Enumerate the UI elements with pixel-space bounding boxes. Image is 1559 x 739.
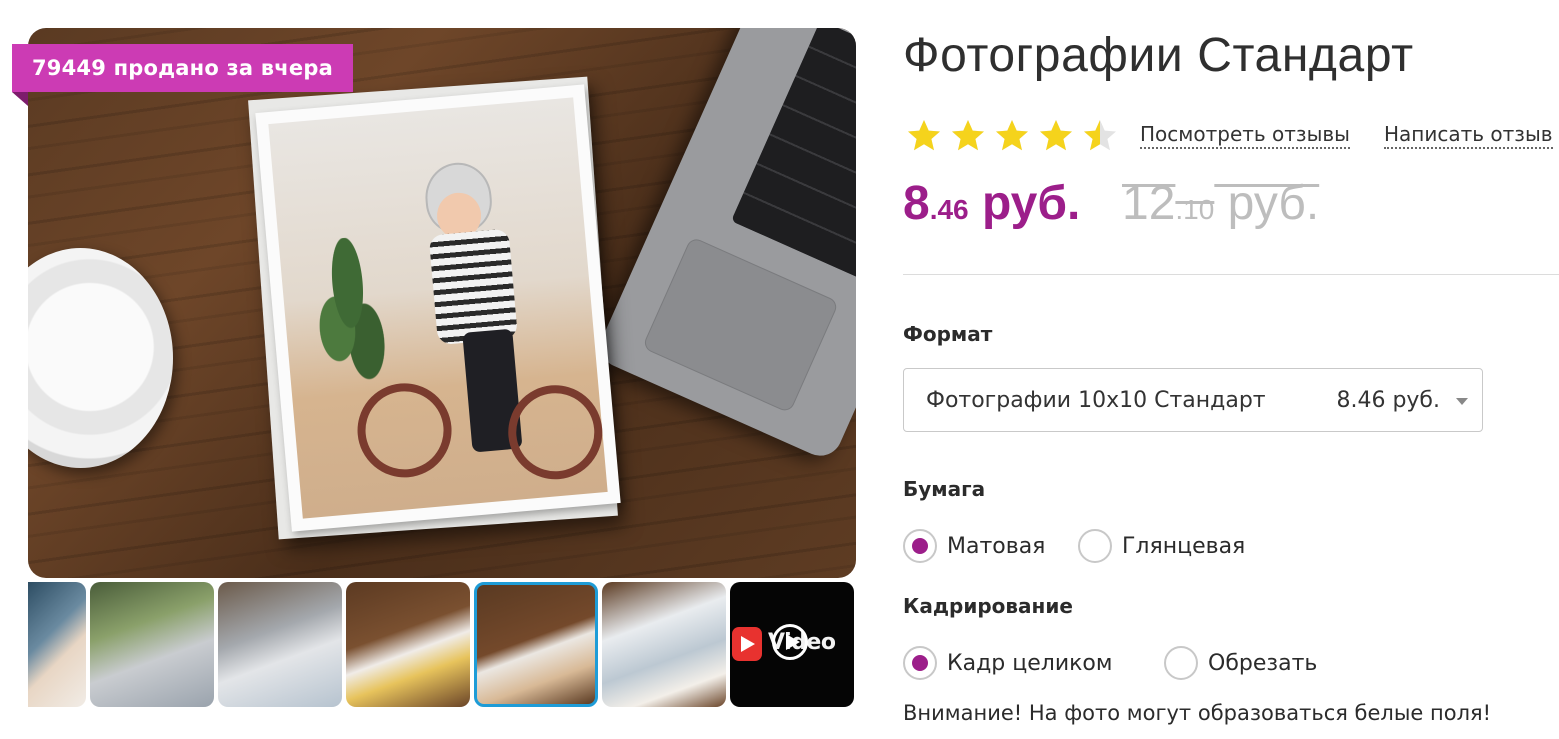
star-icon xyxy=(1038,118,1074,154)
crop-option-cut[interactable]: Обрезать xyxy=(1164,646,1317,680)
paper-option-glossy[interactable]: Глянцевая xyxy=(1078,529,1245,563)
radio-full-frame[interactable] xyxy=(903,646,937,680)
format-selected-price: 8.46 руб. xyxy=(1336,388,1440,413)
paper-option-matte-label: Матовая xyxy=(947,533,1046,559)
star-icon xyxy=(950,118,986,154)
radio-glossy[interactable] xyxy=(1078,529,1112,563)
view-reviews-link[interactable]: Посмотреть отзывы xyxy=(1140,122,1350,149)
old-price-currency: руб. xyxy=(1214,177,1320,230)
radio-matte[interactable] xyxy=(903,529,937,563)
photo-print-picture xyxy=(268,97,608,519)
laptop-keyboard xyxy=(730,28,856,291)
old-price-cents: .10 xyxy=(1175,194,1215,225)
price-cents: .46 xyxy=(929,194,969,225)
old-price: 12.10 руб. xyxy=(1122,176,1319,231)
main-product-image[interactable] xyxy=(28,28,856,578)
price-currency: руб. xyxy=(968,177,1081,230)
thumbnail-3[interactable] xyxy=(218,582,342,707)
crop-option-cut-label: Обрезать xyxy=(1208,650,1318,676)
old-price-main: 12 xyxy=(1122,177,1176,230)
dropdown-caret-icon xyxy=(1456,398,1468,405)
format-label: Формат xyxy=(903,322,993,346)
plant-shape xyxy=(308,234,392,391)
current-price: 8.46 руб. xyxy=(903,176,1080,231)
star-icon xyxy=(1082,118,1118,154)
product-title: Фотографии Стандарт xyxy=(903,29,1414,82)
badge-fold xyxy=(12,92,28,106)
bike-wheel-front xyxy=(353,379,456,482)
laptop-trackpad xyxy=(641,236,840,414)
format-select[interactable]: Фотографии 10x10 Стандарт 8.46 руб. xyxy=(903,368,1483,432)
crop-label: Кадрирование xyxy=(903,594,1073,618)
paper-option-glossy-label: Глянцевая xyxy=(1122,533,1246,559)
sold-yesterday-badge: 79449 продано за вчера xyxy=(12,44,353,92)
thumbnail-6[interactable] xyxy=(602,582,726,707)
crop-option-full[interactable]: Кадр целиком xyxy=(903,646,1112,680)
play-icon xyxy=(772,624,808,660)
photo-print xyxy=(255,84,621,532)
thumbnail-2[interactable] xyxy=(90,582,214,707)
radio-crop[interactable] xyxy=(1164,646,1198,680)
star-icon xyxy=(906,118,942,154)
paper-option-matte[interactable]: Матовая xyxy=(903,529,1045,563)
thumbnail-1[interactable] xyxy=(28,582,86,707)
bike-wheel-rear xyxy=(504,381,607,484)
paper-label: Бумага xyxy=(903,477,986,501)
thumbnail-video[interactable]: Video xyxy=(730,582,854,707)
divider xyxy=(903,274,1559,275)
thumbnail-strip: Video xyxy=(28,582,856,707)
format-selected-name: Фотографии 10x10 Стандарт xyxy=(926,388,1266,413)
star-icon xyxy=(994,118,1030,154)
crop-option-full-label: Кадр целиком xyxy=(947,650,1113,676)
rating-stars xyxy=(906,118,1118,154)
kid-shirt xyxy=(428,228,518,346)
write-review-link[interactable]: Написать отзыв xyxy=(1384,122,1553,149)
white-margins-warning: Внимание! На фото могут образоваться бел… xyxy=(903,701,1492,725)
thumbnail-4[interactable] xyxy=(346,582,470,707)
video-logo-icon xyxy=(732,627,762,661)
thumbnail-5-selected[interactable] xyxy=(474,582,598,707)
price-main: 8 xyxy=(903,177,930,230)
